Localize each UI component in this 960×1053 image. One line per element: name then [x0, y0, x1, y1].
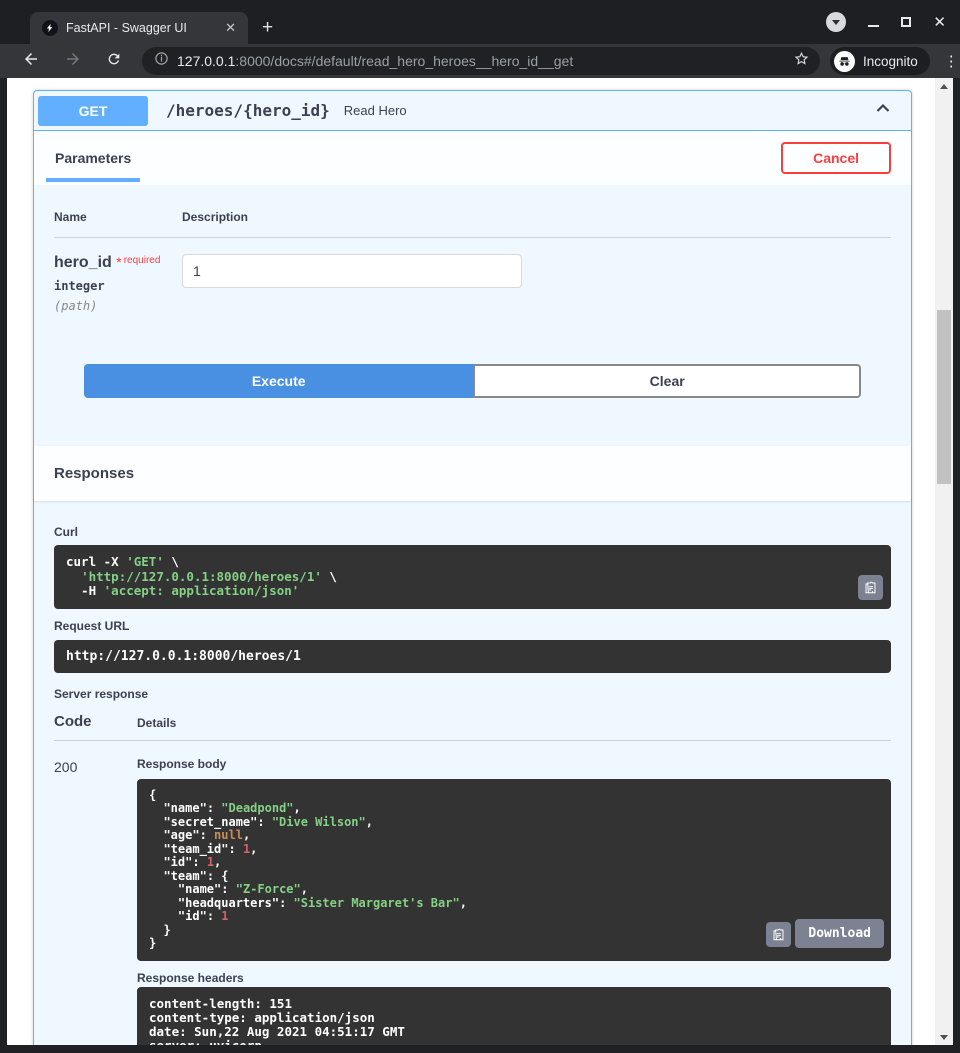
response-headers-text: content-length: 151 content-type: applic…	[149, 997, 879, 1046]
parameters-section: Name Description hero_id *required integ…	[34, 185, 911, 422]
server-response-row: 200 Response body { "name": "Deadpond", …	[54, 741, 891, 1046]
endpoint-path: /heroes/{hero_id}	[166, 101, 330, 120]
new-tab-icon[interactable]: +	[262, 18, 273, 37]
execute-button[interactable]: Execute	[84, 364, 473, 398]
swagger-page: GET /heroes/{hero_id} Read Hero Paramete…	[7, 78, 935, 1045]
parameter-name-cell: hero_id *required integer (path)	[54, 254, 182, 313]
parameter-row: hero_id *required integer (path)	[54, 238, 891, 313]
tab-search-icon[interactable]	[826, 12, 846, 32]
incognito-icon	[834, 51, 855, 72]
hero-id-input[interactable]	[182, 254, 522, 288]
scrollbar-thumb[interactable]	[937, 310, 951, 484]
parameters-table-header: Name Description	[54, 210, 891, 238]
http-method-badge: GET	[38, 96, 148, 126]
column-name: Name	[54, 210, 182, 224]
parameter-location: (path)	[54, 299, 182, 313]
status-code: 200	[54, 757, 137, 1046]
column-details: Details	[137, 716, 891, 730]
scroll-down-icon[interactable]	[935, 1029, 953, 1045]
opblock-get-hero: GET /heroes/{hero_id} Read Hero Paramete…	[33, 90, 912, 1045]
window-close-icon[interactable]: ✕	[933, 15, 946, 30]
column-code: Code	[54, 713, 137, 730]
incognito-label: Incognito	[863, 54, 918, 69]
fastapi-favicon-icon	[42, 20, 58, 36]
server-response-label: Server response	[54, 687, 891, 701]
response-body-block: { "name": "Deadpond", "secret_name": "Di…	[137, 779, 891, 961]
maximize-icon[interactable]	[901, 17, 911, 27]
curl-block: curl -X 'GET' \ 'http://127.0.0.1:8000/h…	[54, 545, 891, 609]
curl-command: curl -X 'GET' \ 'http://127.0.0.1:8000/h…	[66, 555, 879, 599]
scrollbar[interactable]	[935, 78, 953, 1045]
request-url-value: http://127.0.0.1:8000/heroes/1	[66, 649, 879, 664]
parameters-header: Parameters Cancel	[34, 131, 911, 185]
response-headers-label: Response headers	[137, 971, 891, 985]
scroll-up-icon[interactable]	[935, 78, 953, 94]
tab-close-icon[interactable]: ✕	[221, 20, 240, 36]
cancel-button[interactable]: Cancel	[781, 142, 891, 174]
column-description: Description	[182, 210, 891, 224]
request-url-label: Request URL	[54, 619, 891, 633]
responses-section: Curl curl -X 'GET' \ 'http://127.0.0.1:8…	[34, 501, 911, 1045]
download-button[interactable]: Download	[795, 919, 884, 948]
url-path: :8000/docs#/default/read_hero_heroes__he…	[235, 53, 573, 69]
url-text[interactable]: 127.0.0.1:8000/docs#/default/read_hero_h…	[177, 53, 793, 69]
responses-section-header: Responses	[34, 446, 911, 501]
site-info-icon[interactable]	[154, 51, 169, 71]
response-body-label: Response body	[137, 757, 891, 771]
response-details-cell: Response body { "name": "Deadpond", "sec…	[137, 757, 891, 1046]
browser-menu-icon[interactable]: ⋮	[944, 52, 959, 70]
page-viewport: GET /heroes/{hero_id} Read Hero Paramete…	[7, 78, 953, 1045]
execute-row: Execute Clear	[84, 364, 861, 398]
clear-button[interactable]: Clear	[473, 364, 861, 398]
server-response-table-header: Code Details	[54, 713, 891, 741]
required-label: required	[124, 255, 161, 266]
curl-label: Curl	[54, 525, 891, 539]
url-bar[interactable]: 127.0.0.1:8000/docs#/default/read_hero_h…	[142, 47, 820, 75]
parameter-value-cell	[182, 254, 891, 313]
parameter-type: integer	[54, 279, 182, 293]
request-url-block: http://127.0.0.1:8000/heroes/1	[54, 640, 891, 673]
browser-tab[interactable]: FastAPI - Swagger UI ✕	[30, 12, 248, 44]
required-asterisk: *	[116, 254, 121, 270]
copy-curl-button[interactable]	[858, 575, 883, 600]
opblock-summary[interactable]: GET /heroes/{hero_id} Read Hero	[34, 91, 911, 131]
incognito-badge: Incognito	[830, 47, 930, 75]
back-icon[interactable]	[22, 50, 40, 73]
tab-title: FastAPI - Swagger UI	[66, 21, 221, 35]
url-host: 127.0.0.1	[177, 53, 235, 69]
endpoint-summary: Read Hero	[344, 103, 869, 118]
tab-parameters[interactable]: Parameters	[46, 131, 140, 182]
browser-toolbar: 127.0.0.1:8000/docs#/default/read_hero_h…	[0, 44, 960, 78]
responses-title: Responses	[54, 465, 134, 482]
reload-icon[interactable]	[106, 51, 122, 72]
parameter-name: hero_id	[54, 254, 112, 271]
copy-response-button[interactable]	[766, 922, 791, 947]
browser-tab-strip: FastAPI - Swagger UI ✕ + ✕	[0, 0, 960, 44]
bookmark-star-icon[interactable]	[793, 50, 810, 72]
minimize-icon[interactable]	[868, 25, 879, 27]
chevron-up-icon[interactable]	[869, 94, 897, 127]
forward-icon[interactable]	[64, 50, 82, 73]
response-headers-block: content-length: 151 content-type: applic…	[137, 987, 891, 1046]
